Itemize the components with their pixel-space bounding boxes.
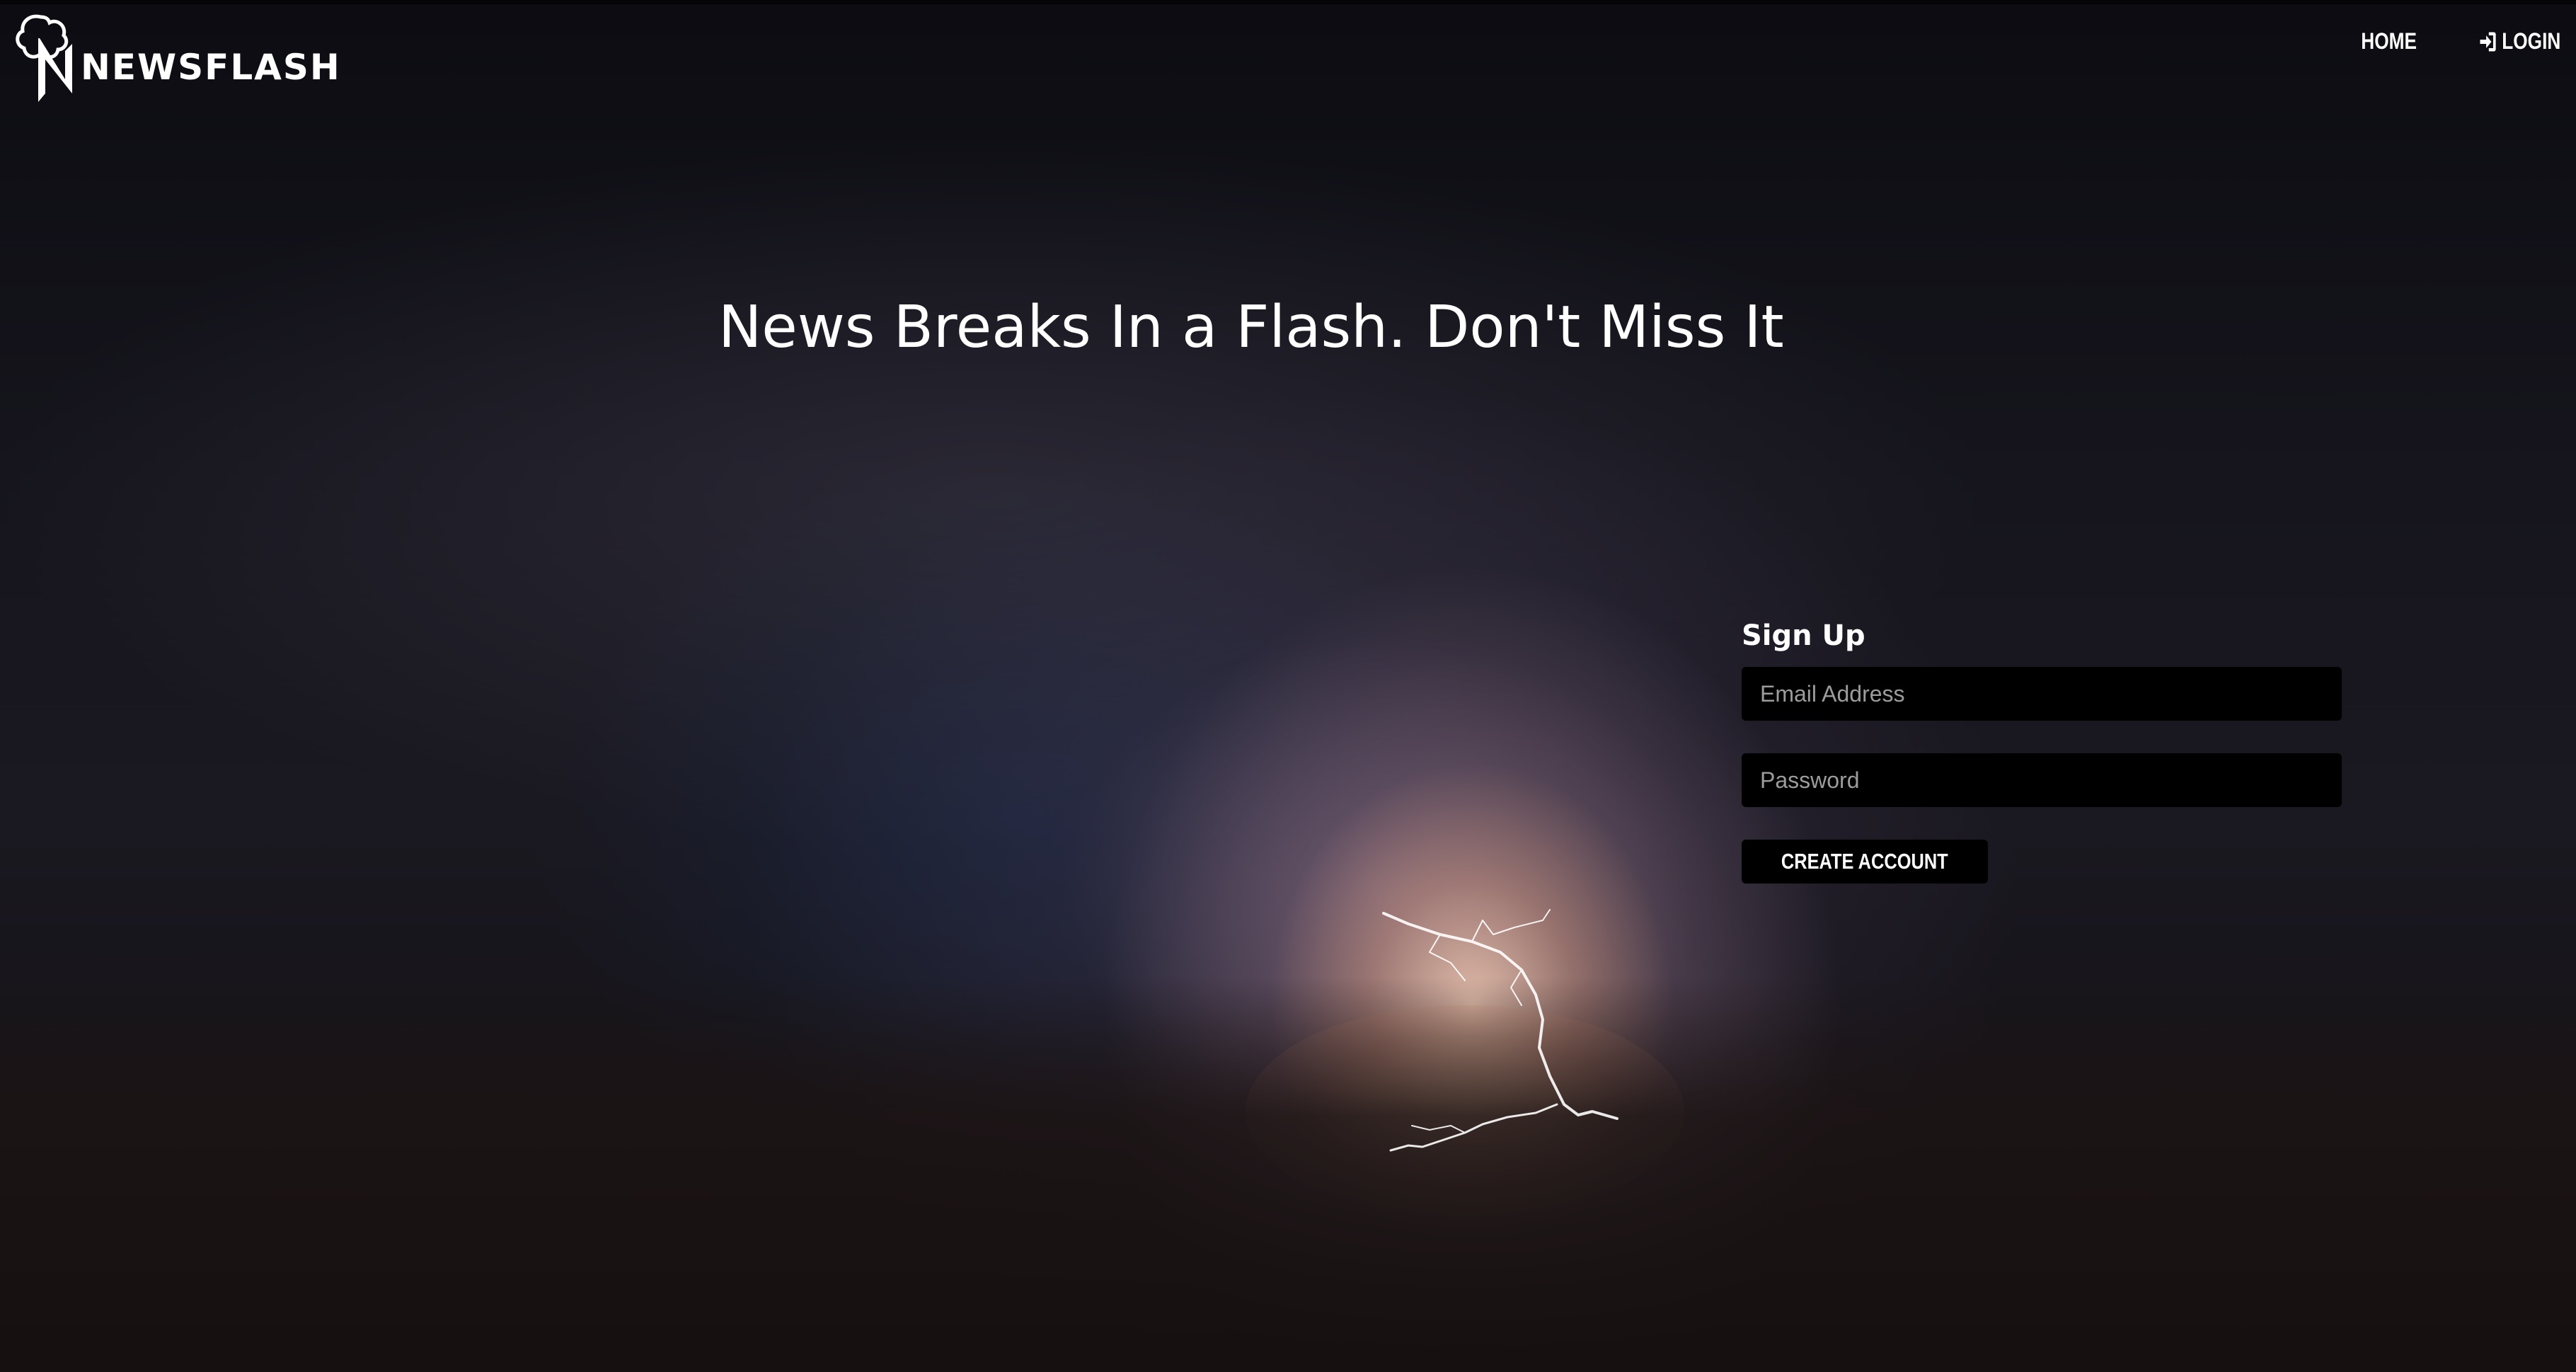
create-account-label: CREATE ACCOUNT xyxy=(1781,849,1948,874)
top-edge-bar xyxy=(0,0,2576,4)
hero-headline: News Breaks In a Flash. Don't Miss It xyxy=(718,293,1784,361)
brand-wordmark: NEWSFLASH xyxy=(81,47,341,88)
sign-in-icon xyxy=(2480,32,2496,51)
create-account-button[interactable]: CREATE ACCOUNT xyxy=(1742,840,1988,884)
nav-home-label: HOME xyxy=(2360,28,2417,54)
storm-face-n-icon xyxy=(16,14,72,102)
nav-login-link[interactable]: LOGIN xyxy=(2477,28,2560,55)
signup-form: Sign Up CREATE ACCOUNT xyxy=(1742,616,2342,884)
nav-login-label: LOGIN xyxy=(2501,28,2560,54)
signup-title: Sign Up xyxy=(1742,619,1865,652)
email-field[interactable] xyxy=(1742,667,2342,721)
top-nav: HOME LOGIN xyxy=(2349,28,2560,55)
password-field[interactable] xyxy=(1742,753,2342,807)
brand-logo[interactable]: NEWSFLASH xyxy=(13,10,341,109)
nav-home-link[interactable]: HOME xyxy=(2361,28,2417,55)
